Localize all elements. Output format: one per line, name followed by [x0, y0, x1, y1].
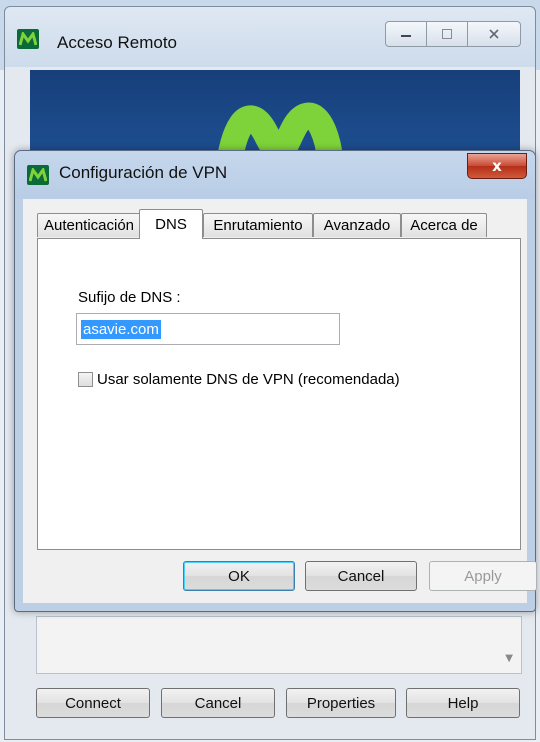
tab-avanzado[interactable]: Avanzado	[313, 213, 401, 237]
dns-suffix-value: asavie.com	[81, 319, 161, 339]
properties-button[interactable]: Properties	[286, 688, 396, 718]
apply-button[interactable]: Apply	[429, 561, 537, 591]
connection-list[interactable]: ▼	[36, 616, 522, 674]
dialog-buttons: OK Cancel Apply	[23, 561, 537, 597]
connect-button[interactable]: Connect	[36, 688, 150, 718]
vpn-settings-dialog: Configuración de VPN x Autenticación DNS…	[14, 150, 537, 612]
acceso-remoto-titlebar: Acceso Remoto	[5, 7, 535, 63]
cancel-button[interactable]: Cancel	[305, 561, 417, 591]
movistar-m-icon	[17, 29, 39, 49]
dns-tab-panel: Sufijo de DNS : asavie.com Usar solament…	[37, 238, 521, 550]
help-button[interactable]: Help	[406, 688, 520, 718]
only-vpn-dns-checkbox[interactable]	[78, 372, 93, 387]
minimize-icon[interactable]	[385, 21, 427, 47]
close-icon[interactable]	[467, 21, 521, 47]
caption-buttons	[385, 21, 521, 47]
brand-banner	[30, 70, 520, 171]
dns-suffix-input[interactable]: asavie.com	[76, 313, 340, 345]
movistar-m-icon	[27, 165, 49, 185]
acceso-remoto-buttons: Connect Cancel Properties Help	[36, 688, 520, 720]
maximize-icon[interactable]	[426, 21, 468, 47]
only-vpn-dns-label: Usar solamente DNS de VPN (recomendada)	[97, 371, 400, 388]
dialog-title: Configuración de VPN	[59, 163, 228, 182]
cancel-connection-button[interactable]: Cancel	[161, 688, 275, 718]
tab-autenticacion[interactable]: Autenticación	[37, 213, 141, 237]
dns-suffix-label: Sufijo de DNS :	[78, 289, 181, 306]
dialog-close-button[interactable]: x	[467, 153, 527, 179]
ok-button[interactable]: OK	[183, 561, 295, 591]
tab-strip: Autenticación DNS Enrutamiento Avanzado …	[37, 209, 527, 239]
tab-dns[interactable]: DNS	[139, 209, 203, 239]
tab-acerca-de[interactable]: Acerca de	[401, 213, 487, 237]
acceso-remoto-body: ▼ Connect Cancel Properties Help	[20, 600, 522, 730]
dialog-client-area: Autenticación DNS Enrutamiento Avanzado …	[23, 199, 537, 603]
chevron-down-icon[interactable]: ▼	[505, 653, 513, 664]
window-title: Acceso Remoto	[57, 33, 177, 52]
only-vpn-dns-option[interactable]: Usar solamente DNS de VPN (recomendada)	[78, 371, 400, 388]
movistar-logo-icon	[217, 102, 343, 171]
tab-enrutamiento[interactable]: Enrutamiento	[203, 213, 313, 237]
close-icon: x	[492, 157, 502, 175]
